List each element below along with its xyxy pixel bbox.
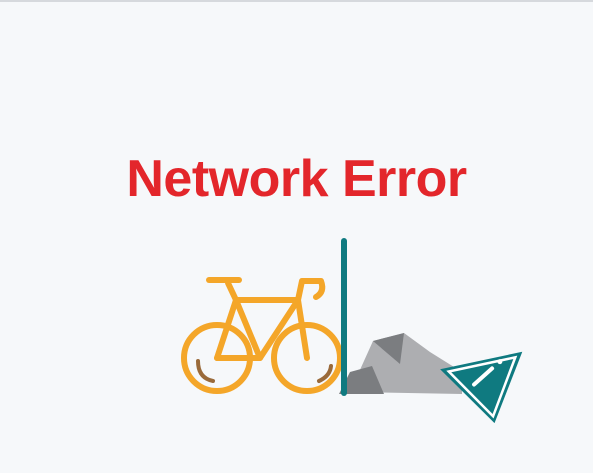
barrier-pole-icon (341, 238, 347, 396)
network-error-illustration (181, 238, 523, 424)
bicycle-wheel-shadow (196, 359, 333, 383)
network-error-page: Network Error (0, 0, 593, 473)
bicycle-icon (181, 277, 343, 394)
rock-icon (339, 333, 462, 394)
